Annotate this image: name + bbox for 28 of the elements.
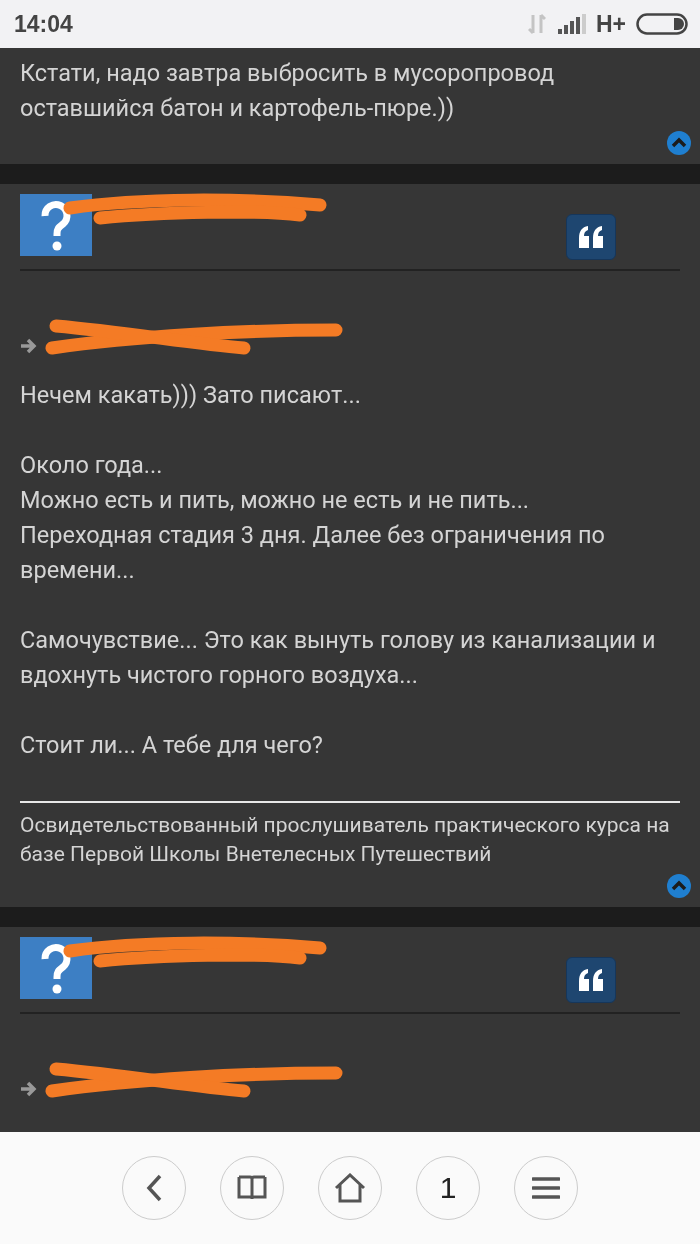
post-text: Можно есть и пить, можно не есть и не пить... — [20, 485, 531, 516]
home-icon — [334, 1173, 366, 1203]
post-text: Около года... — [20, 450, 164, 481]
clock-time: 14:04 — [14, 10, 74, 38]
post-text: Самочувствие... Это как вынуть голову из канализации и вдохнуть чистого горного воздуха... — [20, 625, 657, 691]
arrow-right-icon — [20, 338, 38, 354]
book-icon — [237, 1175, 267, 1201]
battery-icon — [636, 13, 688, 35]
signal-icon — [557, 14, 586, 34]
arrow-right-icon — [20, 1081, 38, 1097]
quote-icon — [578, 969, 604, 991]
quote-icon — [578, 226, 604, 248]
menu-icon — [532, 1177, 560, 1199]
back-icon — [145, 1174, 163, 1202]
post-text: Нечем какать))) Зато писают... — [20, 380, 362, 411]
post-text: Кстати, надо завтра выбросить в мусоропровод оставшийся батон и картофель-пюре.)) — [20, 58, 556, 124]
network-type: H+ — [595, 10, 626, 38]
quote-button[interactable] — [566, 214, 616, 260]
scroll-up-icon[interactable] — [666, 130, 692, 156]
quote-button[interactable] — [566, 957, 616, 1003]
signature-text: Освидетельствованный прослушиватель практического курса на базе Первой Школы Внетелесных Путешествий — [20, 801, 680, 869]
avatar-icon[interactable] — [20, 937, 92, 999]
data-transfer-icon — [527, 13, 546, 35]
post-text: Переходная стадия 3 дня. Далее без ограничения по времени... — [20, 520, 606, 586]
post-text: Стоит ли... А тебе для чего? — [20, 730, 324, 761]
tabs-button[interactable]: 1 — [416, 1156, 480, 1220]
scroll-up-icon[interactable] — [666, 873, 692, 899]
avatar-icon[interactable] — [20, 194, 92, 256]
